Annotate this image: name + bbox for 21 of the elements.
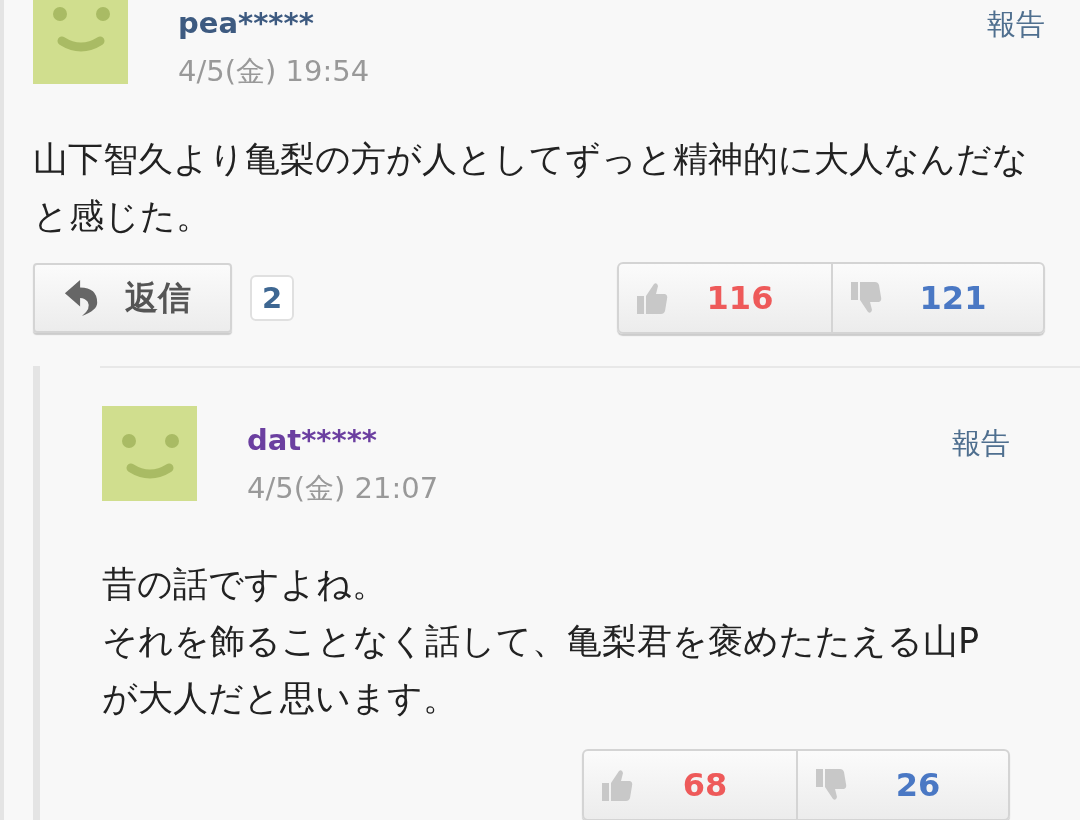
comment-text: 山下智久より亀梨の方が人としてずっと精神的に大人なんだなと感じた。 — [33, 138, 1029, 238]
report-link[interactable]: 報告 — [952, 406, 1010, 464]
comment-text: 昔の話ですよね。 — [102, 563, 388, 606]
like-button[interactable]: 116 — [619, 264, 831, 332]
like-button[interactable]: 68 — [584, 751, 796, 819]
username[interactable]: pea***** — [178, 3, 370, 43]
avatar-icon — [102, 406, 197, 501]
post-date: 4/5(金) 19:54 — [178, 53, 370, 90]
dislike-button[interactable]: 26 — [796, 751, 1008, 819]
thumbs-up-icon — [600, 767, 634, 803]
thumbs-up-icon — [635, 280, 669, 316]
post-date: 4/5(金) 21:07 — [247, 470, 439, 507]
reply-button[interactable]: 返信 — [33, 263, 232, 333]
report-link[interactable]: 報告 — [987, 0, 1045, 45]
thumbs-down-icon — [814, 767, 848, 803]
reply-count: 2 — [250, 275, 295, 321]
avatar-icon — [33, 0, 128, 84]
comment-text: それを飾ることなく話して、亀梨君を褒めたたえる山Pが大人だと思います。 — [102, 620, 981, 720]
dislike-button[interactable]: 121 — [831, 264, 1043, 332]
username[interactable]: dat***** — [247, 420, 439, 460]
thumbs-down-icon — [849, 280, 883, 316]
